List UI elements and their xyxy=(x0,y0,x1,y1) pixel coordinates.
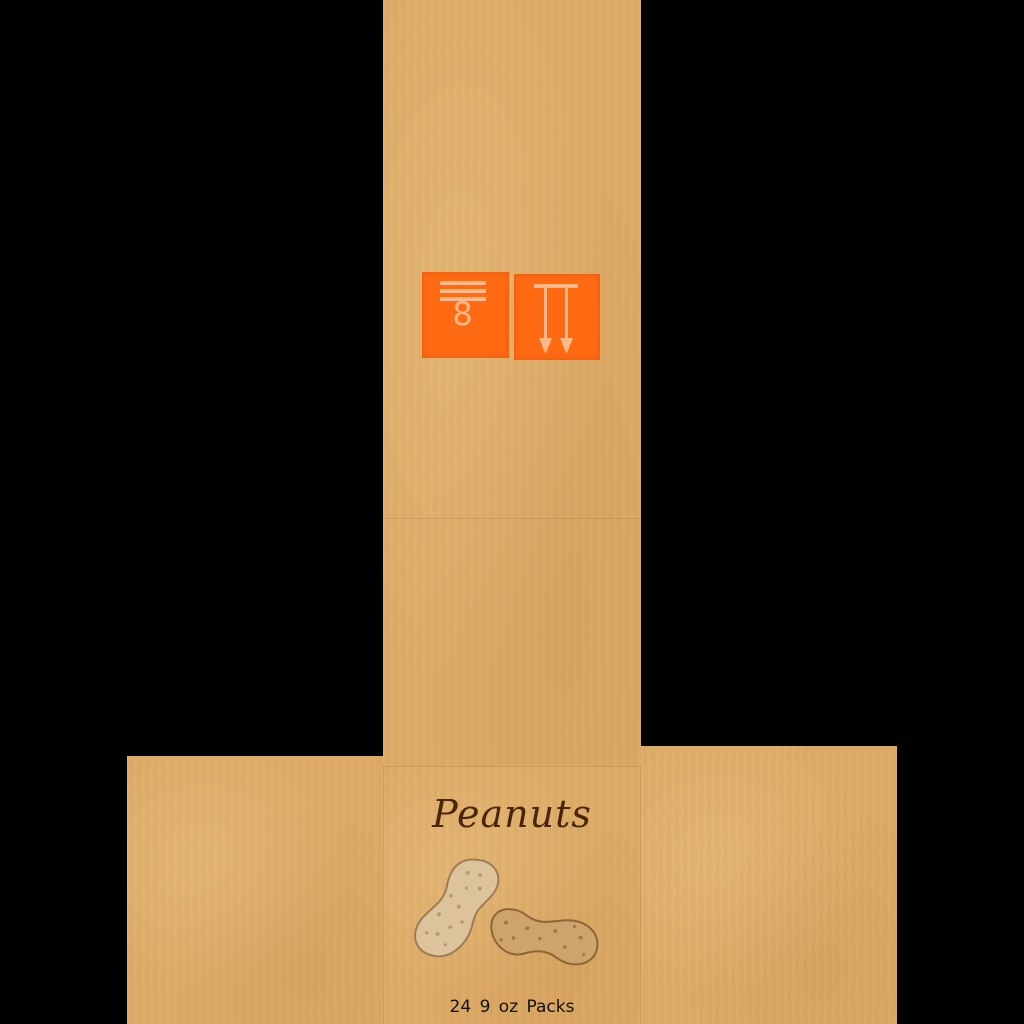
carton-net-texture: 8 Peanuts 24 9 oz Packs xyxy=(0,0,1024,1024)
pack-count-label: 24 9 oz Packs xyxy=(449,997,575,1017)
stack-limit-digit: 8 xyxy=(452,295,473,333)
carton-right-side-panel xyxy=(641,746,897,1024)
fold-line xyxy=(383,518,641,519)
product-title: Peanuts xyxy=(432,792,592,836)
carton-top-flap-panel xyxy=(383,0,641,768)
arrows-glyph-icon xyxy=(534,284,578,354)
this-way-up-arrows-icon xyxy=(514,274,600,360)
stack-limit-icon: 8 xyxy=(422,272,509,358)
carton-left-side-panel xyxy=(127,756,383,1024)
peanut-shells-icon xyxy=(414,858,599,966)
fold-line xyxy=(383,766,641,767)
